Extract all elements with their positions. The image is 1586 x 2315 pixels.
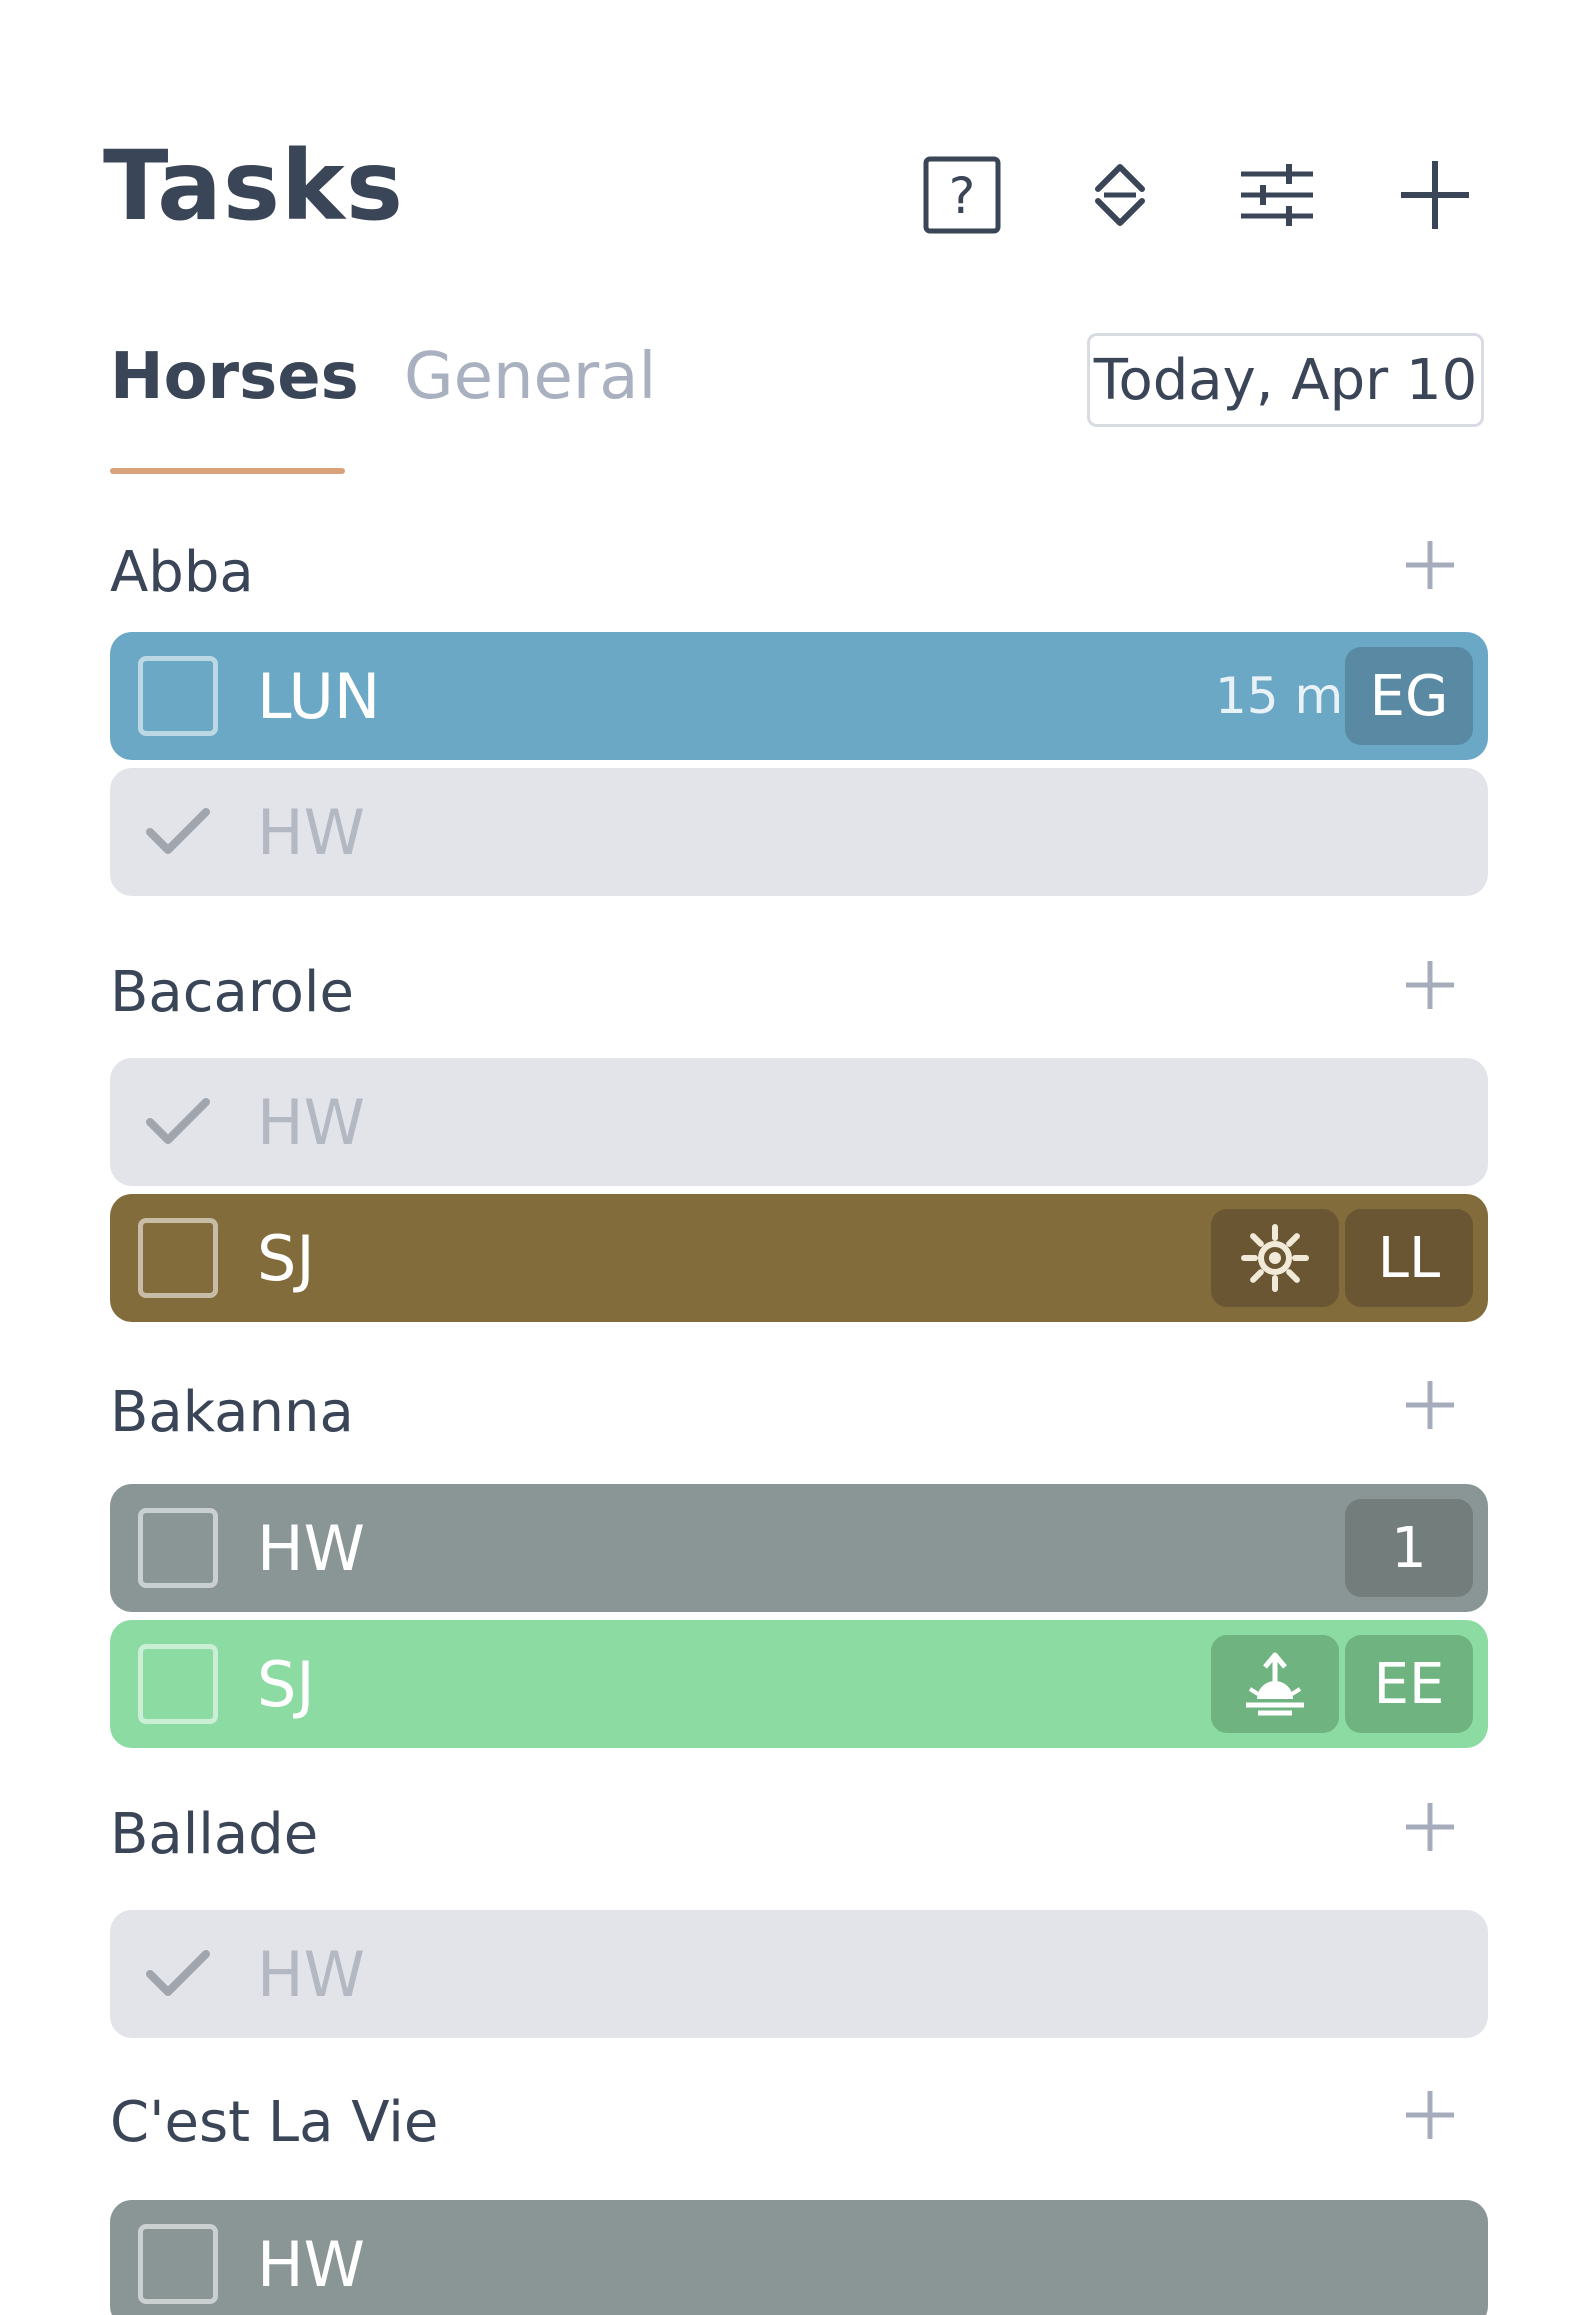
task-row[interactable]: SJ EE bbox=[110, 1620, 1488, 1748]
task-row[interactable]: HW bbox=[110, 2200, 1488, 2315]
add-task-icon[interactable] bbox=[1400, 955, 1460, 1015]
add-task-icon[interactable] bbox=[1400, 2085, 1460, 2145]
add-icon[interactable] bbox=[1390, 150, 1480, 240]
tab-horses[interactable]: Horses bbox=[110, 345, 359, 409]
checkmark-icon[interactable] bbox=[144, 1092, 214, 1152]
date-selector[interactable]: Today, Apr 10 bbox=[1087, 333, 1484, 427]
task-label: HW bbox=[257, 2227, 365, 2301]
group-name: Bacarole bbox=[110, 960, 354, 1025]
assignee-badge: EG bbox=[1345, 647, 1473, 745]
task-row[interactable]: HW bbox=[110, 768, 1488, 896]
task-checkbox[interactable] bbox=[138, 1218, 218, 1298]
help-icon[interactable]: ? bbox=[917, 150, 1007, 240]
svg-text:?: ? bbox=[949, 167, 976, 225]
tasks-screen: Tasks ? Horses General Today, Apr 10 Abb… bbox=[0, 0, 1586, 2315]
sun-icon bbox=[1211, 1209, 1339, 1307]
task-label: SJ bbox=[257, 1647, 315, 1721]
sort-icon[interactable] bbox=[1075, 150, 1165, 240]
active-tab-indicator bbox=[110, 468, 345, 474]
task-label: HW bbox=[257, 1511, 365, 1585]
add-task-icon[interactable] bbox=[1400, 1375, 1460, 1435]
task-checkbox[interactable] bbox=[138, 2224, 218, 2304]
task-checkbox[interactable] bbox=[138, 1644, 218, 1724]
assignee-badge: EE bbox=[1345, 1635, 1473, 1733]
task-row[interactable]: SJ LL bbox=[110, 1194, 1488, 1322]
group-name: C'est La Vie bbox=[110, 2090, 439, 2155]
page-title: Tasks bbox=[103, 130, 405, 242]
tab-general[interactable]: General bbox=[404, 345, 656, 409]
task-checkbox[interactable] bbox=[138, 656, 218, 736]
checkmark-icon[interactable] bbox=[144, 1944, 214, 2004]
task-label: SJ bbox=[257, 1221, 315, 1295]
group-name: Ballade bbox=[110, 1802, 319, 1867]
add-task-icon[interactable] bbox=[1400, 535, 1460, 595]
task-row[interactable]: LUN EG 15 m bbox=[110, 632, 1488, 760]
group-name: Abba bbox=[110, 540, 254, 605]
checkmark-icon[interactable] bbox=[144, 802, 214, 862]
task-row[interactable]: HW 1 bbox=[110, 1484, 1488, 1612]
filter-icon[interactable] bbox=[1232, 150, 1322, 240]
assignee-badge: 1 bbox=[1345, 1499, 1473, 1597]
group-name: Bakanna bbox=[110, 1380, 354, 1445]
task-row[interactable]: HW bbox=[110, 1910, 1488, 2038]
task-label: HW bbox=[257, 1085, 365, 1159]
assignee-badge: LL bbox=[1345, 1209, 1473, 1307]
sunrise-icon bbox=[1211, 1635, 1339, 1733]
task-row[interactable]: HW bbox=[110, 1058, 1488, 1186]
task-label: HW bbox=[257, 795, 365, 869]
task-checkbox[interactable] bbox=[138, 1508, 218, 1588]
task-label: HW bbox=[257, 1937, 365, 2011]
add-task-icon[interactable] bbox=[1400, 1797, 1460, 1857]
task-duration: 15 m bbox=[1215, 667, 1344, 725]
task-label: LUN bbox=[257, 659, 381, 733]
